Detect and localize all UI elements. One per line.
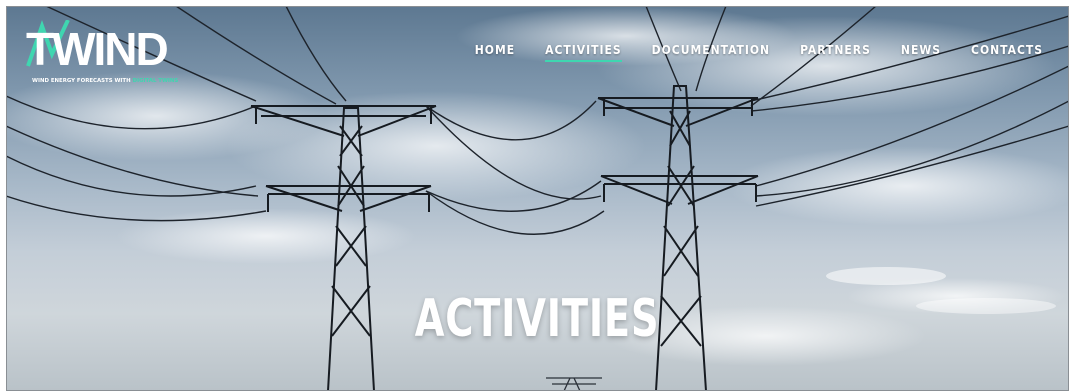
twind-logo[interactable]: TWIND WIND ENERGY FORECASTS WITH DIGITAL … bbox=[22, 20, 182, 90]
logo-wordmark: TWIND bbox=[26, 23, 169, 75]
logo-tagline: WIND ENERGY FORECASTS WITH DIGITAL TWINS bbox=[32, 78, 178, 84]
logo-tagline-accent: DIGITAL TWINS bbox=[132, 78, 179, 84]
nav-item-partners[interactable]: PARTNERS bbox=[800, 43, 871, 57]
nav-item-news[interactable]: NEWS bbox=[901, 43, 941, 57]
main-navigation: HOME ACTIVITIES DOCUMENTATION PARTNERS N… bbox=[445, 43, 1043, 62]
nav-item-activities[interactable]: ACTIVITIES bbox=[545, 43, 622, 62]
page-title: ACTIVITIES bbox=[414, 288, 660, 349]
nav-item-home[interactable]: HOME bbox=[475, 43, 515, 57]
hero-banner: TWIND WIND ENERGY FORECASTS WITH DIGITAL … bbox=[6, 6, 1069, 391]
logo-tagline-main: WIND ENERGY FORECASTS WITH bbox=[32, 78, 131, 84]
nav-item-contacts[interactable]: CONTACTS bbox=[971, 43, 1043, 57]
nav-item-documentation[interactable]: DOCUMENTATION bbox=[652, 43, 770, 57]
